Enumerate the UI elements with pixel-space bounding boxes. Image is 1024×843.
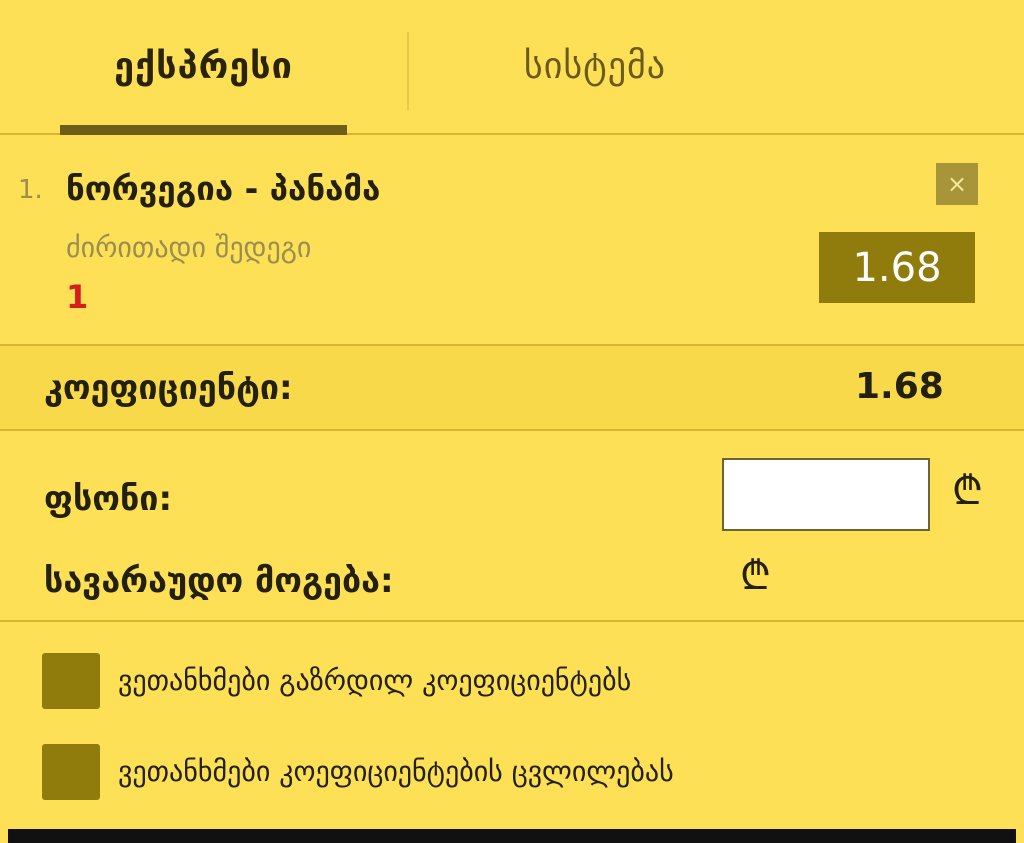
- coefficient-value: 1.68: [855, 366, 944, 407]
- tab-divider: [407, 32, 409, 110]
- bet-match-name: ნორვეგია - პანამა: [66, 169, 381, 208]
- accept-odds-change-checkbox[interactable]: [42, 744, 100, 800]
- total-coefficient-row: კოეფიციენტი: 1.68: [0, 346, 1024, 431]
- bet-selection: 1: [66, 278, 89, 316]
- stake-section: ფსონი: ₾ სავარაუდო მოგება: ₾: [0, 431, 1024, 622]
- possible-win-label: სავარაუდო მოგება:: [44, 561, 394, 601]
- lari-currency-icon: ₾: [952, 468, 983, 514]
- stake-label: ფსონი:: [44, 479, 173, 519]
- bottom-bar: [8, 829, 1016, 843]
- coefficient-label: კოეფიციენტი:: [44, 368, 293, 408]
- active-tab-indicator: [60, 125, 347, 135]
- accept-increased-odds-label: ვეთანხმები გაზრდილ კოეფიციენტებს: [118, 664, 632, 697]
- bet-slip-item: 1. ნორვეგია - პანამა ძირითადი შედეგი 1 ×…: [0, 135, 1024, 346]
- bet-odds: 1.68: [819, 232, 975, 303]
- accept-odds-change-label: ვეთანხმები კოეფიციენტების ცვლილებას: [118, 755, 674, 788]
- stake-input[interactable]: [722, 458, 930, 531]
- bet-market: ძირითადი შედეგი: [66, 231, 312, 264]
- bet-index: 1.: [18, 175, 43, 205]
- accept-increased-odds-checkbox[interactable]: [42, 653, 100, 709]
- tab-system[interactable]: სისტემა: [410, 0, 780, 133]
- close-icon: ×: [946, 170, 968, 198]
- accept-odds-change-option[interactable]: ვეთანხმები კოეფიციენტების ცვლილებას: [0, 743, 1024, 803]
- bet-type-tabs: ექსპრესი სისტემა: [0, 0, 1024, 135]
- lari-currency-icon: ₾: [740, 553, 771, 599]
- accept-increased-odds-option[interactable]: ვეთანხმები გაზრდილ კოეფიციენტებს: [0, 652, 1024, 712]
- tab-express[interactable]: ექსპრესი: [60, 0, 347, 133]
- remove-bet-button[interactable]: ×: [936, 163, 978, 205]
